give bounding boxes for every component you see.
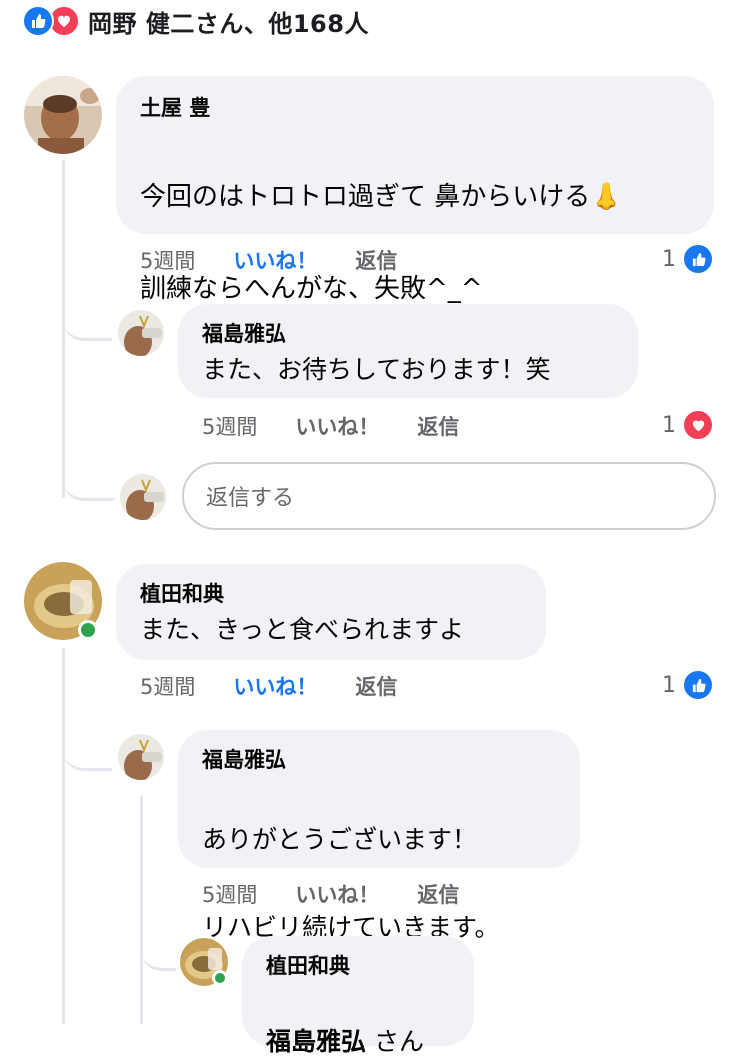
reply-button[interactable]: 返信 <box>417 411 459 441</box>
reply-text: 福島雅弘 さん <box>266 982 450 1062</box>
thread-connector <box>140 928 176 971</box>
comment-time[interactable]: 5週間 <box>140 671 195 701</box>
comment-text: また、きっと食べられますよ <box>140 615 465 644</box>
thread-line <box>140 796 143 1024</box>
reply-input[interactable]: 返信する <box>182 462 716 530</box>
comment-actions: 5週間 いいね！ 返信 <box>140 670 397 702</box>
reply-author[interactable]: 福島雅弘 <box>202 744 556 774</box>
reply-time[interactable]: 5週間 <box>202 411 257 441</box>
reaction-count[interactable]: 1 <box>662 409 714 441</box>
reply-text-line: ありがとうございます！ <box>202 825 478 854</box>
avatar <box>120 474 166 520</box>
avatar[interactable] <box>118 310 164 356</box>
reply-author[interactable]: 植田和典 <box>266 950 450 980</box>
thread-connector <box>62 450 114 501</box>
reply-actions: 5週間 いいね！ 返信 <box>202 410 459 442</box>
comment-text-line: 今回のはトロトロ過ぎて 鼻からいける👃 <box>140 182 623 212</box>
reply-bubble: 福島雅弘 ありがとうございます！ リハビリ続けていきます。 <box>178 730 580 942</box>
thread-connector <box>62 290 112 341</box>
reply-actions: 5週間 いいね！ 返信 <box>202 878 459 910</box>
reaction-count[interactable]: 1 <box>662 669 714 701</box>
like-button[interactable]: いいね！ <box>233 245 317 275</box>
reply-author[interactable]: 福島雅弘 <box>202 318 614 348</box>
like-button[interactable]: いいね！ <box>295 411 379 441</box>
mention-suffix: さん <box>366 1027 424 1056</box>
reaction-count[interactable]: 1 <box>662 243 714 275</box>
reaction-count-number: 1 <box>662 672 676 698</box>
like-icon <box>22 5 54 37</box>
like-button[interactable]: いいね！ <box>295 879 379 909</box>
reaction-summary-text: 岡野 健二さん、他168人 <box>88 9 369 38</box>
comment-author[interactable]: 植田和典 <box>140 578 522 608</box>
reply-button[interactable]: 返信 <box>417 879 459 909</box>
like-icon <box>682 669 714 701</box>
like-icon <box>682 243 714 275</box>
comment-actions: 5週間 いいね！ 返信 <box>140 244 397 276</box>
reply-text: また、お待ちしております！笑 <box>202 355 551 384</box>
like-button[interactable]: いいね！ <box>233 671 317 701</box>
reply-bubble: 福島雅弘 また、お待ちしております！笑 <box>178 304 638 398</box>
reaction-count-number: 1 <box>662 412 676 438</box>
reply-input-placeholder: 返信する <box>206 486 295 511</box>
avatar[interactable] <box>24 76 102 154</box>
mention-tag[interactable]: 福島雅弘 <box>266 1027 366 1056</box>
reply-time[interactable]: 5週間 <box>202 879 257 909</box>
love-icon <box>682 409 714 441</box>
reply-button[interactable]: 返信 <box>355 671 397 701</box>
online-status-indicator <box>78 620 98 640</box>
reaction-count-number: 1 <box>662 246 676 272</box>
comment-bubble: 植田和典 また、きっと食べられますよ <box>116 564 546 660</box>
reaction-summary[interactable]: 岡野 健二さん、他168人 <box>22 4 369 38</box>
thread-line <box>62 648 65 1024</box>
comment-bubble: 土屋 豊 今回のはトロトロ過ぎて 鼻からいける👃 訓練ならへんがな、失敗^_^ <box>116 76 714 304</box>
comment-author[interactable]: 土屋 豊 <box>140 92 690 122</box>
reply-bubble: 植田和典 福島雅弘 さん <box>242 936 474 1056</box>
avatar[interactable] <box>118 734 164 780</box>
online-status-indicator <box>212 970 228 986</box>
thread-connector <box>62 720 112 771</box>
reply-button[interactable]: 返信 <box>355 245 397 275</box>
comment-time[interactable]: 5週間 <box>140 245 195 275</box>
